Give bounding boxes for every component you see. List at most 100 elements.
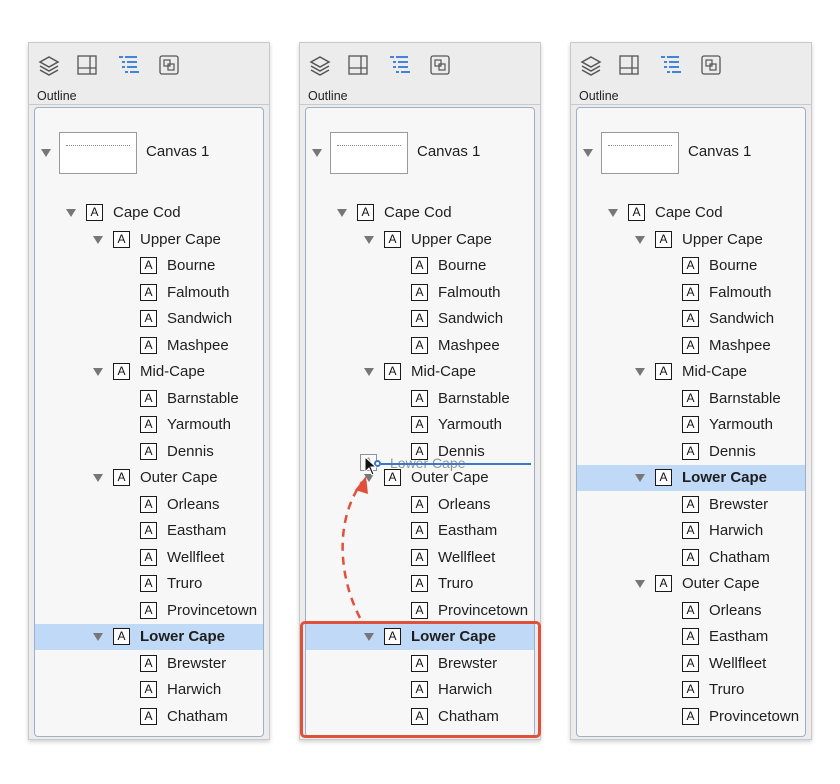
outline-item[interactable]: A Yarmouth [35, 412, 263, 438]
outline-tree[interactable]: Canvas 1 A Cape Cod A Upper Cape A Bourne A Fal… [576, 107, 806, 737]
text-object-icon: A [140, 707, 157, 725]
text-object-icon: A [113, 469, 130, 486]
disclosure-triangle-icon[interactable] [93, 235, 103, 244]
outline-item[interactable]: A Barnstable [577, 386, 805, 412]
canvas-row[interactable]: Canvas 1 [35, 126, 263, 182]
outline-item[interactable]: A Chatham [35, 704, 263, 730]
layers-icon[interactable] [579, 53, 603, 77]
text-object-icon: A [682, 310, 699, 327]
outline-item-label: Cape Cod [655, 204, 723, 221]
text-object-icon: A [140, 575, 157, 592]
objects-icon[interactable] [157, 53, 181, 77]
disclosure-triangle-icon[interactable] [364, 235, 374, 244]
outline-item[interactable]: A Yarmouth [306, 412, 534, 438]
canvas-grid-icon[interactable] [346, 53, 370, 77]
disclosure-triangle-icon[interactable] [93, 368, 103, 376]
outline-item[interactable]: A Dennis [35, 439, 263, 465]
outline-icon[interactable] [117, 53, 141, 77]
outline-item[interactable]: A Bourne [306, 253, 534, 279]
text-object-icon: A [682, 442, 699, 460]
outline-item[interactable]: A Chatham [577, 545, 805, 571]
outline-item[interactable]: A Eastham [35, 518, 263, 544]
outline-group[interactable]: A Upper Cape [306, 227, 534, 253]
outline-item[interactable]: A Provincetown [306, 598, 534, 624]
outline-item[interactable]: A Mashpee [577, 333, 805, 359]
outline-group[interactable]: A Lower Cape [35, 624, 263, 650]
outline-item-label: Wellfleet [709, 654, 767, 672]
outline-item[interactable]: A Orleans [306, 492, 534, 518]
outline-item[interactable]: A Truro [306, 571, 534, 597]
outline-item[interactable]: A Wellfleet [306, 545, 534, 571]
outline-item[interactable]: A Bourne [35, 253, 263, 279]
outline-item[interactable]: A Wellfleet [35, 545, 263, 571]
disclosure-triangle-icon[interactable] [635, 474, 645, 482]
outline-item[interactable]: A Provincetown [577, 704, 805, 730]
disclosure-triangle-icon[interactable] [41, 149, 51, 157]
outline-item[interactable]: A Falmouth [306, 280, 534, 306]
outline-group[interactable]: A Mid-Cape [35, 359, 263, 385]
outline-item[interactable]: A Harwich [577, 518, 805, 544]
outline-item[interactable]: A Orleans [35, 492, 263, 518]
outline-header: Outline [579, 89, 619, 103]
disclosure-triangle-icon[interactable] [583, 149, 593, 157]
canvas-grid-icon[interactable] [75, 53, 99, 77]
outline-item[interactable]: A Barnstable [35, 386, 263, 412]
disclosure-triangle-icon[interactable] [635, 235, 645, 244]
outline-group[interactable]: A Mid-Cape [577, 359, 805, 385]
outline-item[interactable]: A Falmouth [577, 280, 805, 306]
outline-item[interactable]: A Mashpee [306, 333, 534, 359]
disclosure-triangle-icon[interactable] [635, 580, 645, 588]
outline-item[interactable]: A Mashpee [35, 333, 263, 359]
outline-group[interactable]: A Upper Cape [577, 227, 805, 253]
outline-item[interactable]: A Sandwich [35, 306, 263, 332]
outline-item[interactable]: A Brewster [35, 651, 263, 677]
outline-icon[interactable] [659, 53, 683, 77]
outline-item[interactable]: A Wellfleet [577, 651, 805, 677]
outline-item[interactable]: A Sandwich [306, 306, 534, 332]
layers-icon[interactable] [308, 53, 332, 77]
outline-item[interactable]: A Eastham [306, 518, 534, 544]
outline-tree[interactable]: Canvas 1 A Cape Cod A Upper Cape A Bourne A Fal… [34, 107, 264, 737]
objects-icon[interactable] [428, 53, 452, 77]
outline-item[interactable]: A Dennis [577, 439, 805, 465]
outline-item[interactable]: A Orleans [577, 598, 805, 624]
disclosure-triangle-icon[interactable] [364, 368, 374, 376]
disclosure-triangle-icon[interactable] [608, 209, 618, 217]
disclosure-triangle-icon[interactable] [312, 149, 322, 157]
layers-icon[interactable] [37, 53, 61, 77]
text-object-icon: A [113, 363, 130, 380]
disclosure-triangle-icon[interactable] [93, 474, 103, 482]
outline-group[interactable]: A Outer Cape [35, 465, 263, 491]
outline-group[interactable]: A Mid-Cape [306, 359, 534, 385]
outline-group[interactable]: A Outer Cape [577, 571, 805, 597]
outline-group[interactable]: A Lower Cape [577, 465, 805, 491]
outline-item[interactable]: A Falmouth [35, 280, 263, 306]
outline-group[interactable]: A Cape Cod [35, 200, 263, 226]
objects-icon[interactable] [699, 53, 723, 77]
outline-item[interactable]: A Provincetown [35, 598, 263, 624]
outline-item[interactable]: A Harwich [35, 677, 263, 703]
outline-item[interactable]: A Truro [577, 677, 805, 703]
outline-item[interactable]: A Brewster [577, 492, 805, 518]
outline-item[interactable]: A Barnstable [306, 386, 534, 412]
disclosure-triangle-icon[interactable] [635, 368, 645, 376]
outline-item-label: Orleans [438, 495, 491, 513]
outline-item[interactable]: A Yarmouth [577, 412, 805, 438]
outline-item[interactable]: A Truro [35, 571, 263, 597]
canvas-grid-icon[interactable] [617, 53, 641, 77]
outline-item[interactable]: A Sandwich [577, 306, 805, 332]
text-object-icon: A [655, 575, 672, 592]
canvas-row[interactable]: Canvas 1 [577, 126, 805, 182]
outline-item[interactable]: A Eastham [577, 624, 805, 650]
outline-group[interactable]: A Cape Cod [306, 200, 534, 226]
disclosure-triangle-icon[interactable] [93, 633, 103, 641]
outline-group[interactable]: A Upper Cape [35, 227, 263, 253]
text-object-icon: A [86, 204, 103, 221]
disclosure-triangle-icon[interactable] [337, 209, 347, 217]
outline-icon[interactable] [388, 53, 412, 77]
canvas-row[interactable]: Canvas 1 [306, 126, 534, 182]
inspector-toolbar [29, 43, 269, 87]
disclosure-triangle-icon[interactable] [66, 209, 76, 217]
outline-item[interactable]: A Bourne [577, 253, 805, 279]
outline-group[interactable]: A Cape Cod [577, 200, 805, 226]
